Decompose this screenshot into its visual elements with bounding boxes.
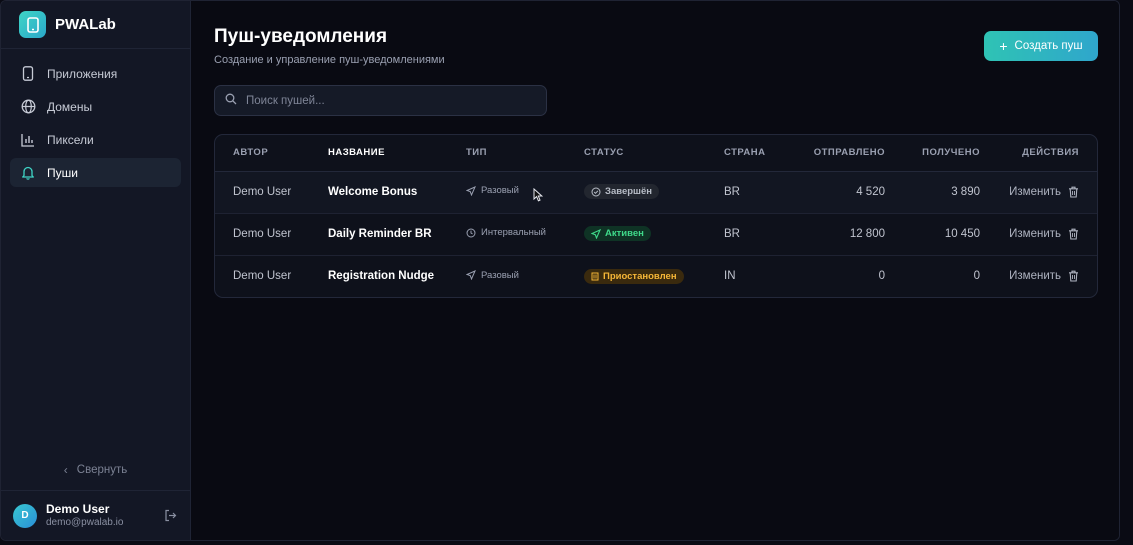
sent-cell: 12 800 [794,213,885,256]
check-circle-icon [591,187,601,197]
sidebar-item-label: Пиксели [47,132,94,147]
status-cell: Активен [584,213,724,256]
user-info: Demo User demo@pwalab.io [46,502,123,528]
sent-cell: 4 520 [794,171,885,214]
name-cell: Welcome Bonus [328,171,466,214]
trash-icon[interactable] [1068,270,1079,282]
sidebar-item-domains[interactable]: Домены [10,92,181,121]
column-sent[interactable]: ОТПРАВЛЕНО [794,135,885,172]
collapse-label: Свернуть [76,464,128,476]
column-status[interactable]: СТАТУС [584,135,724,172]
table-row[interactable]: Demo User Welcome Bonus Разовый Завершён… [215,171,1097,214]
actions-cell: Изменить [980,255,1097,297]
sidebar-item-label: Пуши [47,165,78,180]
country-cell: BR [724,213,794,256]
bar-chart-icon [20,132,36,148]
type-label: Разовый [481,269,519,281]
app-window: PWALab Приложения Домены Пиксели Пуши ‹ … [0,0,1120,541]
type-cell: Разовый [466,255,584,297]
user-name: Demo User [46,502,110,517]
sidebar-item-label: Приложения [47,66,118,81]
send-icon [466,270,476,280]
name-cell: Daily Reminder BR [328,213,466,256]
send-icon [466,185,476,196]
received-cell: 10 450 [885,213,980,256]
status-cell: Завершён [584,171,724,214]
column-name[interactable]: НАЗВАНИЕ [328,135,466,172]
actions-cell: Изменить [980,213,1097,256]
column-author[interactable]: АВТОР [215,135,328,172]
column-country[interactable]: СТРАНА [724,135,794,172]
brand-name: PWALab [55,16,116,33]
type-cell: Интервальный [466,213,584,256]
clock-icon [466,228,476,238]
column-received[interactable]: ПОЛУЧЕНО [885,135,980,172]
status-label: Активен [605,228,644,240]
status-label: Приостановлен [603,270,677,282]
author-cell: Demo User [215,213,328,256]
status-badge: Завершён [584,184,659,200]
globe-icon [20,99,36,115]
status-cell: Приостановлен [584,255,724,297]
search-input[interactable] [246,94,526,107]
edit-button[interactable]: Изменить [1009,270,1061,282]
table-row[interactable]: Demo User Registration Nudge Разовый При… [215,255,1097,297]
send-icon [591,228,601,239]
create-push-label: Создать пуш [1014,40,1083,52]
smartphone-logo-icon [19,11,46,38]
column-actions: ДЕЙСТВИЯ [980,135,1097,172]
sidebar-item-pushes[interactable]: Пуши [10,158,181,187]
create-push-button[interactable]: + Создать пуш [984,31,1098,61]
actions-cell: Изменить [980,171,1097,214]
trash-icon[interactable] [1068,186,1079,198]
sent-cell: 0 [878,270,885,283]
type-label: Разовый [481,185,519,197]
mouse-cursor-icon [533,187,544,207]
author-cell: Demo User [215,171,328,214]
search-box [214,85,547,116]
sidebar-nav: Приложения Домены Пиксели Пуши [1,49,190,201]
smartphone-icon [20,66,36,82]
user-panel: D Demo User demo@pwalab.io [1,490,190,540]
received-cell: 3 890 [885,171,980,214]
page-title: Пуш-уведомления [214,26,388,47]
type-label: Интервальный [481,227,546,239]
collapse-sidebar-button[interactable]: ‹ Свернуть [1,463,190,477]
author-cell: Demo User [233,270,292,283]
edit-button[interactable]: Изменить [1009,186,1061,198]
type-cell: Разовый [466,171,584,214]
country-cell: IN [724,270,736,283]
status-badge: Активен [584,226,651,242]
edit-button[interactable]: Изменить [1009,228,1061,240]
pause-icon [591,272,599,281]
user-email: demo@pwalab.io [46,516,124,528]
avatar[interactable]: D [13,503,37,528]
logout-icon[interactable] [164,509,178,523]
chevron-left-icon: ‹ [63,463,68,477]
sidebar: PWALab Приложения Домены Пиксели Пуши ‹ … [1,1,191,540]
name-cell: Registration Nudge [328,270,435,283]
status-badge: Приостановлен [584,268,684,284]
trash-icon[interactable] [1068,228,1079,240]
sidebar-item-apps[interactable]: Приложения [10,59,181,88]
brand[interactable]: PWALab [1,1,190,49]
column-type[interactable]: ТИП [466,135,584,172]
search-icon [225,92,237,110]
country-cell: BR [724,171,794,214]
status-label: Завершён [605,186,652,198]
sidebar-item-label: Домены [47,99,93,114]
pushes-table: АВТОР НАЗВАНИЕ ТИП СТАТУС СТРАНА ОТПРАВЛ… [214,134,1098,298]
sidebar-item-pixels[interactable]: Пиксели [10,125,181,154]
bell-icon [20,165,36,181]
received-cell: 0 [973,270,980,283]
table-row[interactable]: Demo User Daily Reminder BR Интервальный [215,213,1097,256]
table-header-row: АВТОР НАЗВАНИЕ ТИП СТАТУС СТРАНА ОТПРАВЛ… [215,135,1097,172]
main-content: Пуш-уведомления Создание и управление пу… [191,1,1119,540]
page-subtitle: Создание и управление пуш-уведомлениями [214,54,445,66]
plus-icon: + [999,38,1008,54]
